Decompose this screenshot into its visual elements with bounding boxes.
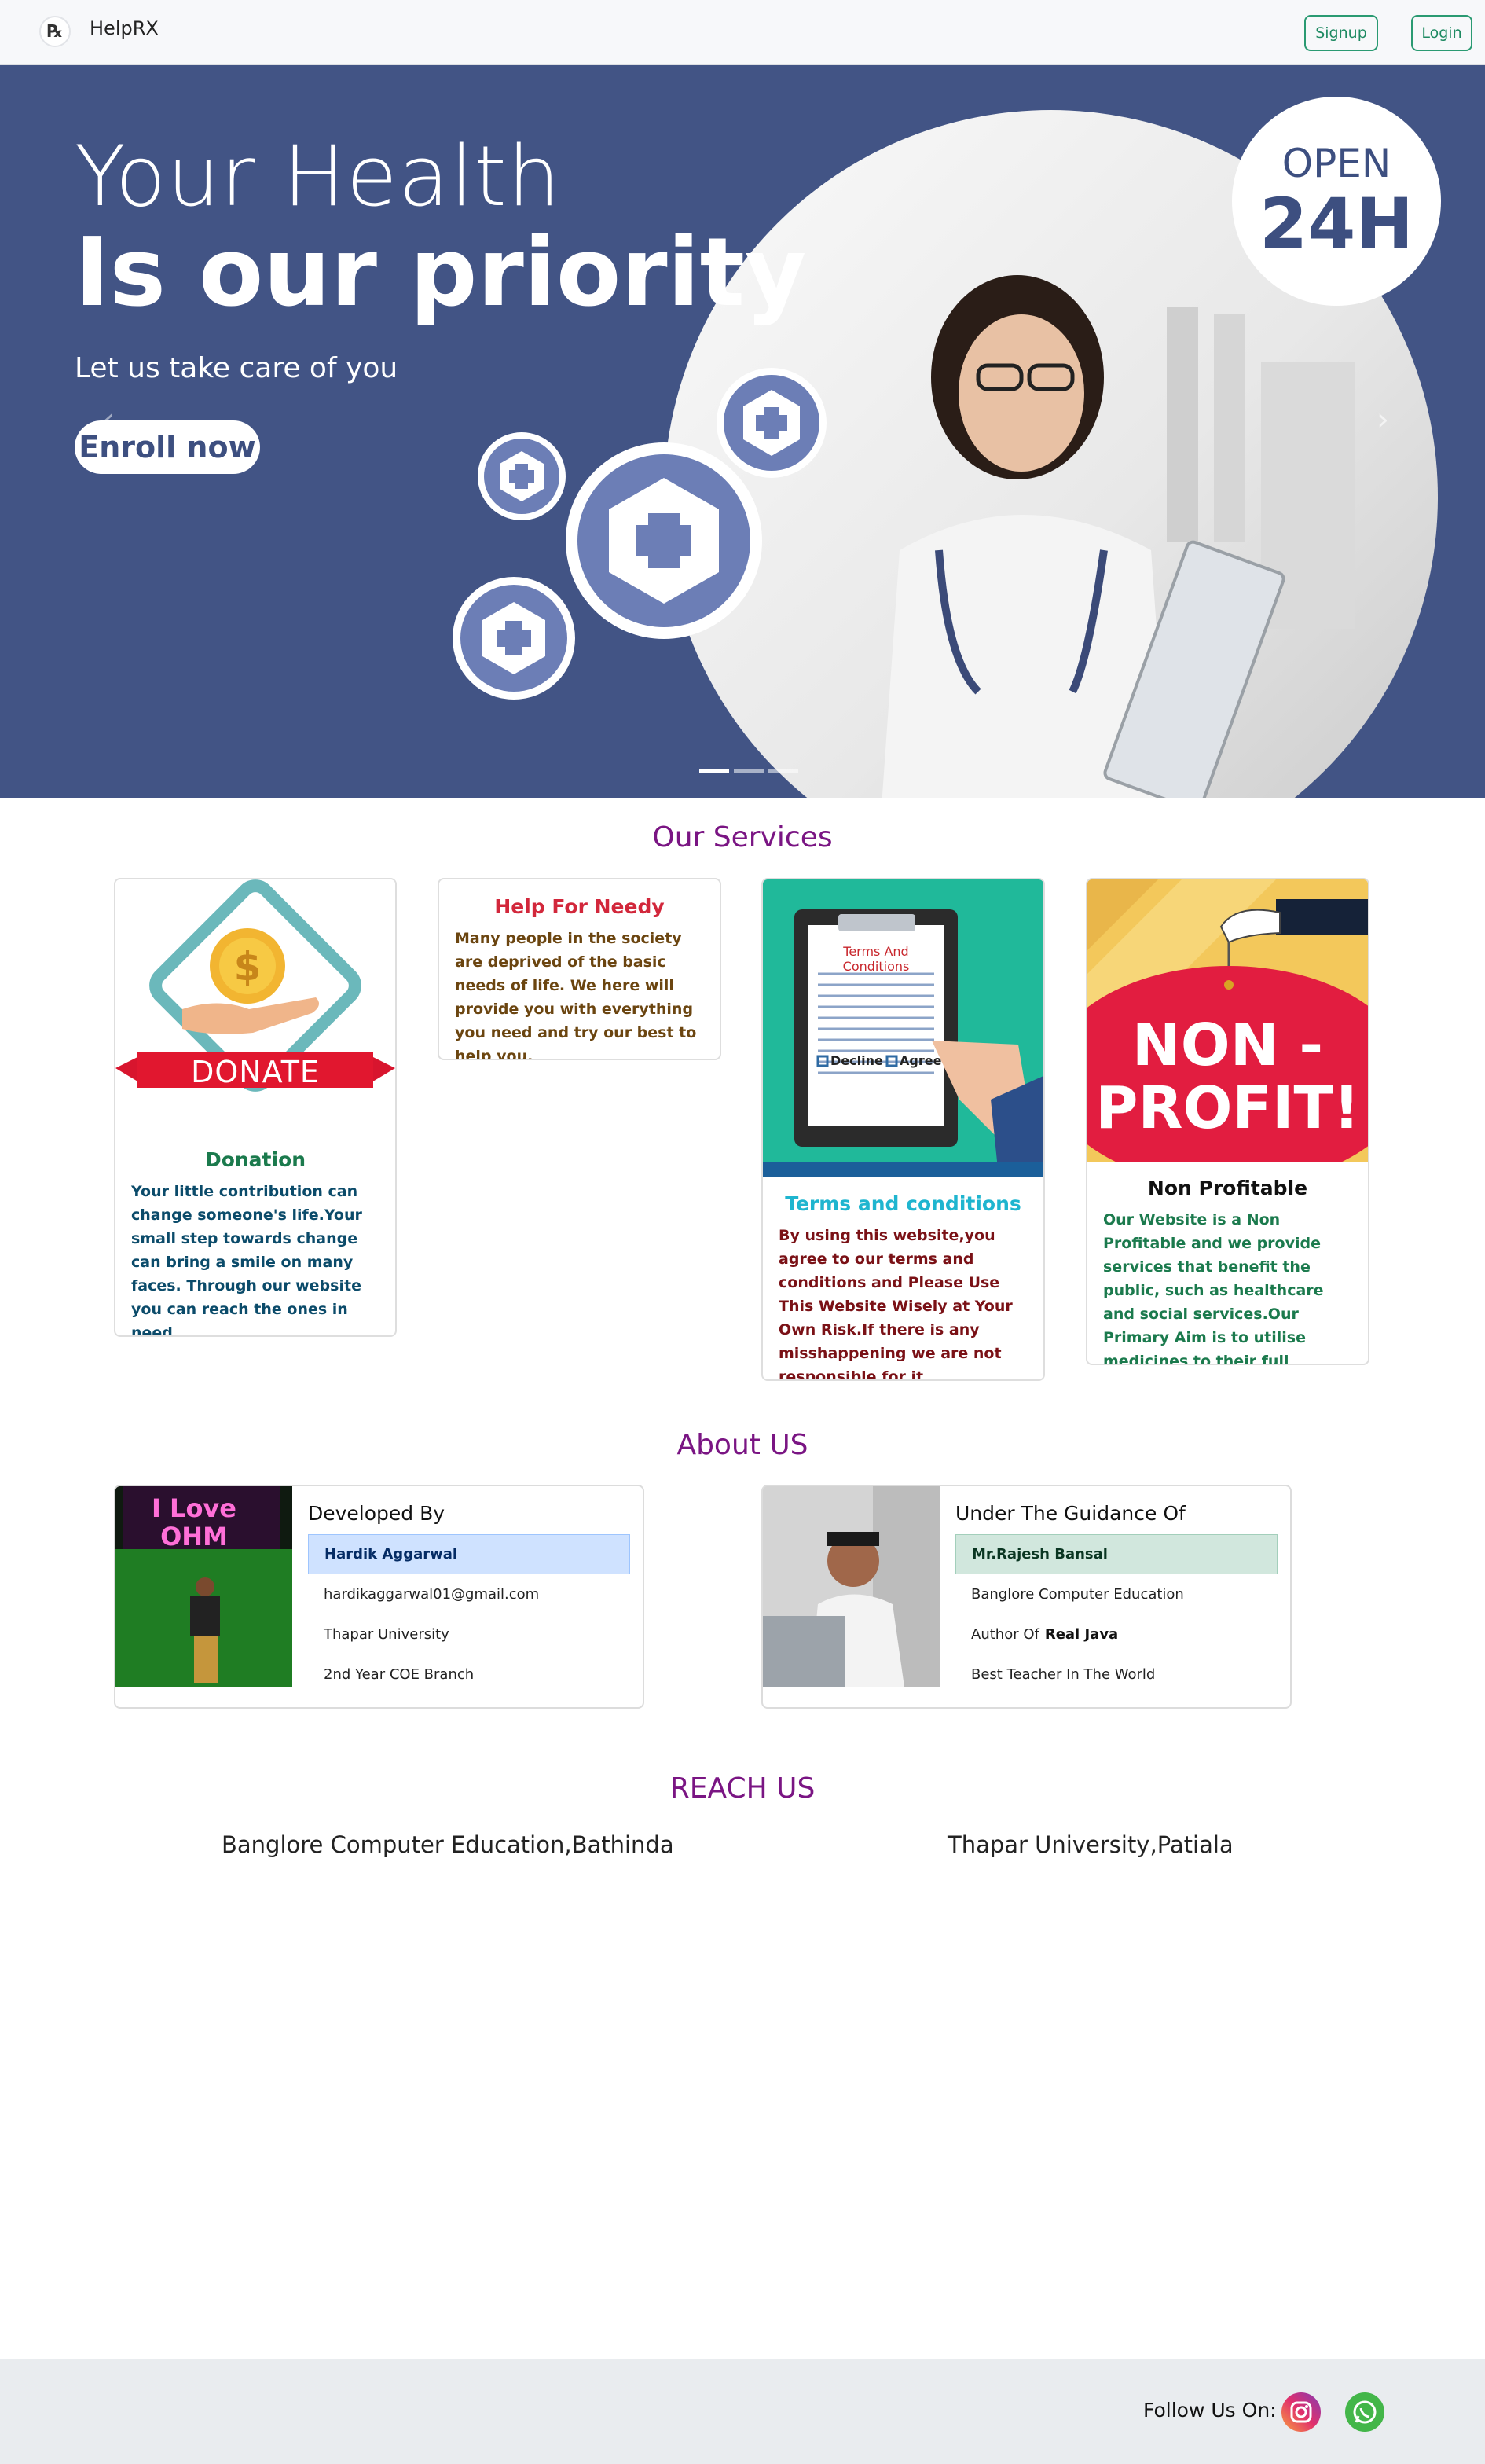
carousel-prev-icon[interactable]: ‹ <box>102 402 115 438</box>
reach-location-1: Banglore Computer Education,Bathinda <box>222 1831 674 1858</box>
signup-button[interactable]: Signup <box>1304 15 1378 51</box>
guide-org: Banglore Computer Education <box>955 1574 1278 1614</box>
hero-title-line1: Your Health <box>75 128 562 225</box>
footer: Follow Us On: <box>0 2359 1485 2464</box>
guide-heading: Under The Guidance Of <box>955 1502 1186 1525</box>
developer-card: I Love OHM Developed By Hardik Aggarwal … <box>114 1485 644 1709</box>
developer-heading: Developed By <box>308 1502 446 1525</box>
developer-email[interactable]: hardikaggarwal01@gmail.com <box>308 1574 630 1614</box>
terms-image-agree: Agree <box>900 1053 942 1068</box>
guide-tagline: Best Teacher In The World <box>971 1666 1156 1683</box>
needy-text: Many people in the society are deprived … <box>455 930 697 1060</box>
terms-image-heading: Terms And Conditions <box>842 944 910 974</box>
about-title: About US <box>676 1429 808 1461</box>
follow-us-label: Follow Us On: <box>1143 2399 1277 2422</box>
developer-branch: 2nd Year COE Branch <box>324 1666 475 1683</box>
non-profit-card[interactable]: NON - PROFIT! Non Profitable Our Website… <box>1086 878 1370 1365</box>
hero-carousel: Your Health Is our priority Let us take … <box>0 65 1485 798</box>
guide-photo <box>763 1486 940 1687</box>
non-profit-image-line2: PROFIT! <box>1095 1074 1360 1142</box>
donation-card[interactable]: $ DONATE Donation Your little contributi… <box>114 878 397 1337</box>
navbar: ℞ HelpRX Signup Login <box>0 0 1485 65</box>
badge-24h-label: 24H <box>1259 183 1414 264</box>
hero-subtitle: Let us take care of you <box>75 352 398 384</box>
non-profit-image-line1: NON - <box>1131 1012 1324 1079</box>
instagram-icon[interactable] <box>1282 2392 1321 2432</box>
terms-text: By using this website,you agree to our t… <box>779 1227 1013 1381</box>
carousel-indicator-3[interactable] <box>768 769 798 773</box>
non-profit-image: NON - PROFIT! <box>1087 879 1368 1186</box>
open-24h-badge: OPEN 24H <box>1232 97 1441 306</box>
needy-title: Help For Needy <box>494 895 665 918</box>
carousel-next-icon[interactable]: › <box>1377 402 1389 438</box>
clipboard-icon <box>763 909 1043 1177</box>
guide-card: Under The Guidance Of Mr.Rajesh Bansal B… <box>761 1485 1292 1709</box>
donate-image-label: DONATE <box>191 1055 320 1089</box>
guide-author: Author Of Real Java <box>955 1614 1278 1654</box>
svg-text:$: $ <box>234 944 262 990</box>
rx-icon[interactable]: ℞ <box>39 16 71 47</box>
services-title: Our Services <box>652 821 833 854</box>
non-profit-text: Our Website is a Non Profitable and we p… <box>1103 1211 1324 1365</box>
donation-title: Donation <box>204 1148 306 1171</box>
developer-photo: I Love OHM <box>116 1486 292 1687</box>
guide-author-book: Real Java <box>1044 1625 1119 1643</box>
terms-image: Terms And Conditions Decline Agree <box>763 879 1043 1177</box>
reach-location-2: Thapar University,Patiala <box>948 1831 1234 1858</box>
medical-cross-icon <box>717 368 827 478</box>
terms-title: Terms and conditions <box>785 1192 1021 1215</box>
developer-photo-sign: I Love OHM <box>152 1493 236 1551</box>
help-for-needy-card[interactable]: Help For Needy Many people in the societ… <box>438 878 721 1060</box>
terms-card[interactable]: Terms And Conditions Decline Agree Terms… <box>761 878 1045 1381</box>
guide-author-prefix: Author Of <box>971 1625 1040 1643</box>
developer-college: Thapar University <box>308 1614 630 1654</box>
guide-name: Mr.Rajesh Bansal <box>955 1534 1278 1574</box>
hero-title-line2: Is our priority <box>75 218 807 328</box>
medical-cross-icon <box>453 577 575 700</box>
donate-icon: $ <box>116 879 395 1092</box>
developer-name: Hardik Aggarwal <box>308 1534 630 1574</box>
reach-title: REACH US <box>669 1772 816 1805</box>
terms-image-decline: Decline <box>830 1053 883 1068</box>
badge-open-label: OPEN <box>1282 141 1392 186</box>
whatsapp-icon[interactable] <box>1345 2392 1384 2432</box>
medical-cross-icon <box>478 432 566 520</box>
login-button[interactable]: Login <box>1411 15 1472 51</box>
donate-image: $ DONATE <box>116 879 395 1131</box>
donation-text: Your little contribution can change some… <box>131 1183 362 1337</box>
non-profit-title: Non Profitable <box>1147 1177 1308 1199</box>
carousel-indicator-1[interactable] <box>699 769 729 773</box>
brand-name[interactable]: HelpRX <box>90 17 159 39</box>
carousel-indicator-2[interactable] <box>734 769 764 773</box>
